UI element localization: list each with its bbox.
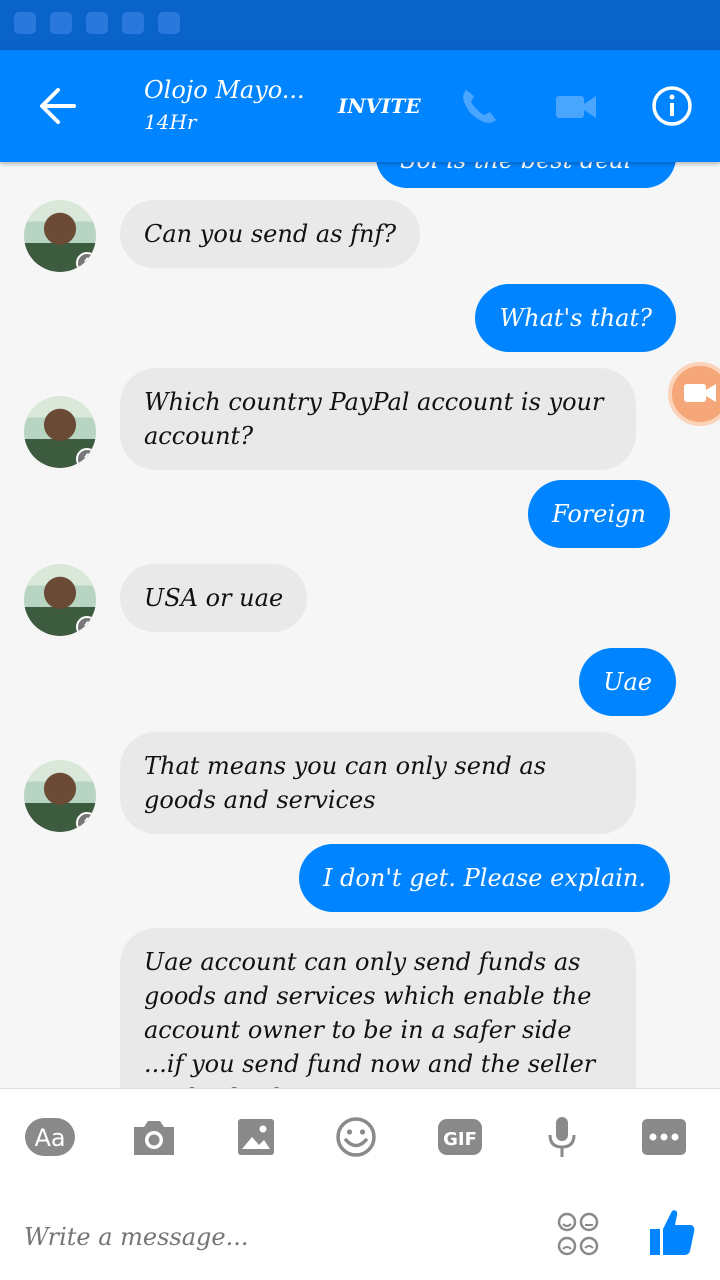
- text-format-label: Aa: [34, 1124, 65, 1152]
- thumbs-up-icon[interactable]: [646, 1205, 696, 1259]
- message-bubble-incoming[interactable]: USA or uae: [120, 564, 308, 632]
- video-camera-icon: [684, 384, 716, 402]
- back-arrow-icon[interactable]: [28, 80, 84, 132]
- contact-info[interactable]: Olojo Mayo... 14Hr: [144, 76, 305, 134]
- facebook-badge-icon: f: [76, 252, 96, 272]
- gif-label: GIF: [443, 1129, 477, 1150]
- facebook-badge-icon: f: [76, 448, 96, 468]
- message-bubble-outgoing[interactable]: Foreign: [528, 480, 670, 548]
- notification-icon: [14, 12, 36, 34]
- phone-icon[interactable]: [456, 84, 502, 130]
- message-bubble-outgoing[interactable]: Uae: [579, 648, 676, 716]
- facebook-badge-icon: f: [76, 616, 96, 636]
- more-options-icon[interactable]: [638, 1115, 690, 1159]
- contact-name: Olojo Mayo...: [144, 76, 305, 104]
- emoji-icon[interactable]: [330, 1115, 382, 1159]
- gallery-icon[interactable]: [230, 1115, 282, 1159]
- message-bubble-outgoing[interactable]: I don't get. Please explain.: [298, 844, 670, 912]
- facebook-badge-icon: f: [76, 812, 96, 832]
- message-bubble-incoming[interactable]: Can you send as fnf?: [120, 200, 421, 268]
- message-bubble-incoming[interactable]: That means you can only send as goods an…: [120, 732, 636, 834]
- message-composer: Aa GIF: [0, 1088, 720, 1280]
- message-input[interactable]: [24, 1215, 504, 1259]
- chat-header: Olojo Mayo... 14Hr INVITE: [0, 50, 720, 162]
- microphone-icon[interactable]: [536, 1115, 588, 1159]
- gif-icon[interactable]: GIF: [434, 1115, 486, 1159]
- floating-video-call-button[interactable]: [668, 362, 720, 426]
- message-list[interactable]: Sol is the best deal ya f Can you send a…: [0, 162, 720, 1088]
- notification-icon: [86, 12, 108, 34]
- notification-icon: [50, 12, 72, 34]
- status-bar: [0, 0, 720, 50]
- message-bubble-incoming[interactable]: Which country PayPal account is your acc…: [120, 368, 636, 470]
- contact-avatar[interactable]: f: [24, 396, 96, 468]
- text-format-button[interactable]: Aa: [24, 1115, 76, 1159]
- notification-icons: [14, 12, 180, 34]
- video-camera-icon[interactable]: [554, 86, 598, 128]
- message-bubble-outgoing[interactable]: Sol is the best deal ya: [376, 162, 676, 188]
- stickers-icon[interactable]: [556, 1211, 600, 1257]
- notification-icon: [122, 12, 144, 34]
- invite-button[interactable]: INVITE: [338, 94, 421, 118]
- info-icon[interactable]: [650, 84, 694, 128]
- contact-avatar[interactable]: f: [24, 564, 96, 636]
- last-active-status: 14Hr: [144, 110, 197, 134]
- contact-avatar[interactable]: f: [24, 200, 96, 272]
- notification-icon: [158, 12, 180, 34]
- contact-avatar[interactable]: f: [24, 760, 96, 832]
- message-bubble-incoming[interactable]: Uae account can only send funds as goods…: [120, 928, 636, 1088]
- camera-icon[interactable]: [128, 1115, 180, 1159]
- message-bubble-outgoing[interactable]: What's that?: [475, 284, 676, 352]
